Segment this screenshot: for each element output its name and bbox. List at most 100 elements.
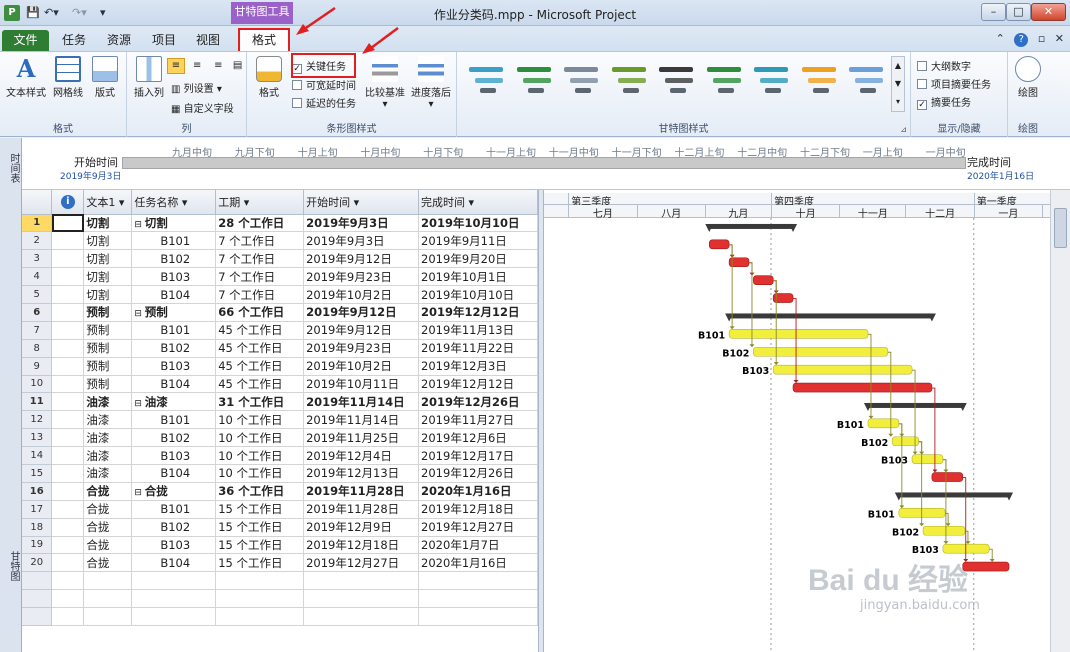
table-row[interactable]: 14 油漆 B103 10 个工作日 2019年12月4日 2019年12月17日	[22, 446, 538, 465]
row-number[interactable]: 4	[22, 267, 53, 287]
text1-cell[interactable]: 合拢	[83, 536, 133, 555]
start-cell[interactable]: 2019年11月25日	[303, 428, 420, 448]
gantt-critical-bar[interactable]	[753, 275, 774, 285]
indicator-cell[interactable]	[51, 446, 85, 465]
start-cell[interactable]: 2019年12月4日	[303, 446, 420, 465]
row-number[interactable]: 17	[22, 500, 53, 519]
empty-cell[interactable]	[51, 589, 85, 609]
row-number[interactable]: 20	[22, 553, 53, 573]
indicator-cell[interactable]	[51, 214, 85, 233]
gantt-critical-bar[interactable]	[931, 472, 964, 482]
finish-cell[interactable]: 2020年1月16日	[418, 482, 538, 501]
duration-cell[interactable]: 45 个工作日	[215, 375, 305, 394]
task-name-cell[interactable]: ⊟ 合拢	[131, 482, 217, 501]
gantt-summary-bar[interactable]	[709, 223, 794, 229]
finish-cell[interactable]: 2019年12月12日	[418, 303, 538, 322]
duration-cell[interactable]: 10 个工作日	[215, 410, 305, 430]
indicator-cell[interactable]	[51, 357, 85, 376]
finish-cell[interactable]: 2019年11月22日	[418, 339, 538, 358]
gantt-task-bar[interactable]	[922, 525, 966, 536]
indicator-cell[interactable]	[51, 321, 85, 340]
empty-cell[interactable]	[131, 589, 217, 609]
finish-cell[interactable]: 2019年10月1日	[418, 267, 538, 287]
finish-cell[interactable]: 2019年12月6日	[418, 428, 538, 448]
gantt-task-bar[interactable]	[753, 346, 889, 357]
gantt-critical-bar[interactable]	[792, 382, 933, 393]
duration-cell[interactable]: 28 个工作日	[215, 214, 305, 233]
indicator-cell[interactable]	[51, 500, 85, 519]
finish-cell[interactable]: 2019年12月26日	[418, 464, 538, 483]
column-header-info[interactable]: i	[51, 190, 85, 215]
collapse-icon[interactable]: ⊟	[134, 399, 144, 409]
row-number[interactable]: 8	[22, 339, 53, 358]
empty-cell[interactable]	[22, 589, 53, 609]
duration-cell[interactable]: 45 个工作日	[215, 339, 305, 358]
duration-cell[interactable]: 15 个工作日	[215, 536, 305, 555]
task-name-cell[interactable]: B104	[131, 285, 217, 304]
row-number[interactable]: 5	[22, 285, 53, 304]
collapse-icon[interactable]: ⊟	[134, 488, 144, 498]
table-row[interactable]: 5 切割 B104 7 个工作日 2019年10月2日 2019年10月10日	[22, 285, 538, 304]
column-header-finish[interactable]: 完成时间 ▾	[418, 190, 538, 215]
table-row[interactable]: 19 合拢 B103 15 个工作日 2019年12月18日 2020年1月7日	[22, 536, 538, 555]
empty-cell[interactable]	[83, 607, 133, 626]
indicator-cell[interactable]	[51, 267, 85, 287]
table-row[interactable]: 3 切割 B102 7 个工作日 2019年9月12日 2019年9月20日	[22, 249, 538, 269]
finish-cell[interactable]: 2019年12月26日	[418, 392, 538, 412]
text1-cell[interactable]: 油漆	[83, 446, 133, 465]
indicator-cell[interactable]	[51, 249, 85, 269]
start-cell[interactable]: 2019年10月11日	[303, 375, 420, 394]
indicator-cell[interactable]	[51, 303, 85, 322]
text1-cell[interactable]: 油漆	[83, 410, 133, 430]
text1-cell[interactable]: 油漆	[83, 464, 133, 483]
indicator-cell[interactable]	[51, 231, 85, 251]
empty-row[interactable]	[22, 571, 538, 591]
gantt-critical-bar[interactable]	[708, 239, 730, 250]
empty-cell[interactable]	[303, 607, 420, 626]
table-row[interactable]: 16 合拢 ⊟ 合拢 36 个工作日 2019年11月28日 2020年1月16日	[22, 482, 538, 501]
column-header-name[interactable]: 任务名称 ▾	[131, 190, 217, 215]
table-row[interactable]: 10 预制 B104 45 个工作日 2019年10月11日 2019年12月12日	[22, 375, 538, 394]
empty-cell[interactable]	[418, 589, 538, 609]
indicator-cell[interactable]	[51, 553, 85, 573]
indicator-cell[interactable]	[51, 518, 85, 537]
indicator-cell[interactable]	[51, 482, 85, 501]
text1-cell[interactable]: 预制	[83, 375, 133, 394]
empty-row[interactable]	[22, 607, 538, 626]
column-header-start[interactable]: 开始时间 ▾	[303, 190, 420, 215]
scroll-thumb[interactable]	[1054, 208, 1067, 248]
empty-row[interactable]	[22, 589, 538, 609]
empty-cell[interactable]	[51, 571, 85, 591]
row-number[interactable]: 7	[22, 321, 53, 340]
finish-cell[interactable]: 2019年11月13日	[418, 321, 538, 340]
start-cell[interactable]: 2019年12月18日	[303, 536, 420, 555]
finish-cell[interactable]: 2019年12月18日	[418, 500, 538, 519]
text1-cell[interactable]: 切割	[83, 285, 133, 304]
task-name-cell[interactable]: ⊟ 切割	[131, 214, 217, 233]
start-cell[interactable]: 2019年12月13日	[303, 464, 420, 483]
task-name-cell[interactable]: B104	[131, 464, 217, 483]
column-header-text1[interactable]: 文本1 ▾	[83, 190, 133, 215]
task-name-cell[interactable]: B103	[131, 536, 217, 555]
text1-cell[interactable]: 预制	[83, 357, 133, 376]
gantt-summary-bar[interactable]	[898, 492, 1010, 498]
start-cell[interactable]: 2019年11月28日	[303, 482, 420, 501]
start-cell[interactable]: 2019年11月14日	[303, 410, 420, 430]
text1-cell[interactable]: 油漆	[83, 392, 133, 412]
table-row[interactable]: 11 油漆 ⊟ 油漆 31 个工作日 2019年11月14日 2019年12月26日	[22, 392, 538, 412]
duration-cell[interactable]: 7 个工作日	[215, 231, 305, 251]
table-row[interactable]: 7 预制 B101 45 个工作日 2019年9月12日 2019年11月13日	[22, 321, 538, 340]
row-number[interactable]: 2	[22, 231, 53, 251]
finish-cell[interactable]: 2019年10月10日	[418, 214, 538, 233]
task-name-cell[interactable]: B102	[131, 428, 217, 448]
indicator-cell[interactable]	[51, 536, 85, 555]
start-cell[interactable]: 2019年9月12日	[303, 303, 420, 322]
finish-cell[interactable]: 2019年12月3日	[418, 357, 538, 376]
empty-cell[interactable]	[418, 571, 538, 591]
table-row[interactable]: 2 切割 B101 7 个工作日 2019年9月3日 2019年9月11日	[22, 231, 538, 251]
task-name-cell[interactable]: B104	[131, 553, 217, 573]
task-name-cell[interactable]: B103	[131, 446, 217, 465]
task-name-cell[interactable]: B101	[131, 500, 217, 519]
table-row[interactable]: 13 油漆 B102 10 个工作日 2019年11月25日 2019年12月6日	[22, 428, 538, 448]
indicator-cell[interactable]	[51, 339, 85, 358]
